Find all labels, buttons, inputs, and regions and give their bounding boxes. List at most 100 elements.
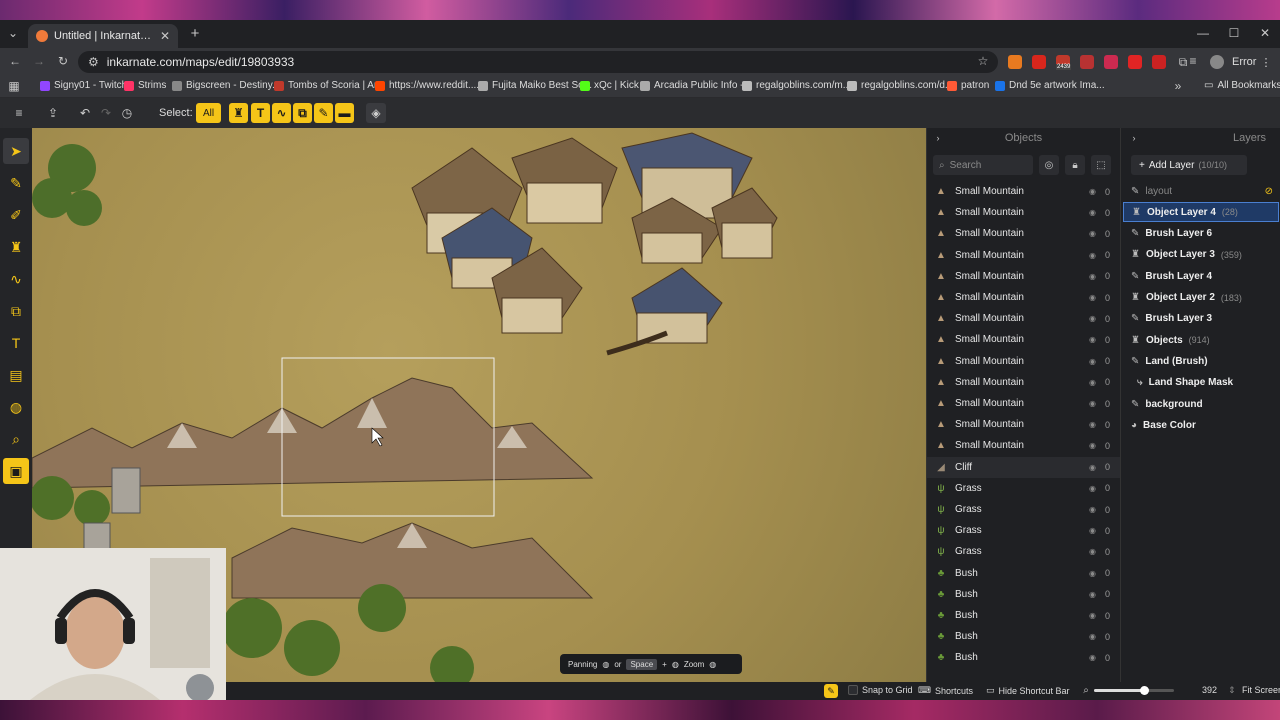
path-tool-icon[interactable]: ∿ [3,266,29,292]
extension-icon[interactable] [1008,55,1022,69]
select-label-box-icon[interactable]: ▬ [335,103,354,123]
layer-item[interactable]: ✎ background [1123,394,1279,414]
bookmark-item[interactable]: Tombs of Scoria | Ar... [274,80,385,91]
object-list-item[interactable]: ▲ Small Mountain ◉ 0 [927,435,1121,456]
shape-tool-icon[interactable]: ⧉ [3,298,29,324]
snap-to-grid-toggle[interactable]: Snap to Grid [848,685,913,695]
layer-item[interactable]: ⤷ Land Shape Mask [1123,373,1279,393]
visibility-eye-icon[interactable]: ◉ [1089,420,1099,429]
visibility-eye-icon[interactable]: ◉ [1089,611,1099,620]
visibility-eye-icon[interactable]: ◉ [1089,653,1099,662]
new-tab-plus-icon[interactable]: + [188,25,202,42]
object-list-item[interactable]: ψ Grass ◉ 0 [927,478,1121,499]
select-all-button[interactable]: All [196,103,221,123]
bookmark-item[interactable]: regalgoblins.com/m... [742,80,851,91]
bookmark-item[interactable]: regalgoblins.com/d... [847,80,953,91]
bookmark-item[interactable]: xQc | Kick [580,80,639,91]
object-list-item[interactable]: ψ Grass ◉ 0 [927,541,1121,562]
object-list-item[interactable]: ▲ Small Mountain ◉ 0 [927,287,1121,308]
zoom-slider[interactable] [1094,686,1174,695]
back-arrow-icon[interactable]: ← [8,54,22,68]
history-icon[interactable]: ◷ [118,104,136,122]
layer-item[interactable]: ✎ Brush Layer 6 [1123,224,1279,244]
forward-arrow-icon[interactable]: → [32,54,46,68]
object-list-item[interactable]: ◢ Cliff ◉ 0 [927,456,1121,478]
objects-search-input[interactable]: ⌕ Search [933,155,1033,175]
export-upload-icon[interactable]: ⇪ [44,104,62,122]
object-list-item[interactable]: ▲ Small Mountain ◉ 0 [927,202,1121,223]
visibility-eye-icon[interactable]: ◉ [1089,187,1099,196]
layer-item[interactable]: ✎ Brush Layer 4 [1123,266,1279,286]
object-list-item[interactable]: ψ Grass ◉ 0 [927,499,1121,520]
object-list-item[interactable]: ▲ Small Mountain ◉ 0 [927,393,1121,414]
visibility-eye-icon[interactable]: ◉ [1089,314,1099,323]
visibility-eye-icon[interactable]: ◉ [1089,293,1099,302]
visibility-eye-icon[interactable]: ◉ [1089,335,1099,344]
bookmark-item[interactable]: Strims [124,80,166,91]
select-paths-icon[interactable]: ∿ [272,103,291,123]
main-menu-hamburger-icon[interactable]: ≡ [10,104,28,122]
extension-icon[interactable] [1152,55,1166,69]
zoom-stepper-icon[interactable]: ⇕ [1228,685,1236,696]
visibility-eye-icon[interactable]: ◉ [1089,441,1099,450]
extension-badge-icon[interactable] [1080,55,1094,69]
visibility-eye-icon[interactable]: ◉ [1089,632,1099,641]
object-list-item[interactable]: ▲ Small Mountain ◉ 0 [927,414,1121,435]
paint-tool-icon[interactable]: ✐ [3,202,29,228]
object-list-item[interactable]: ▲ Small Mountain ◉ 0 [927,245,1121,266]
extension-icon[interactable] [1128,55,1142,69]
select-objects-icon[interactable]: ♜ [229,103,248,123]
visibility-eye-icon[interactable]: ◉ [1089,272,1099,281]
hide-shortcut-bar-button[interactable]: ▭ Hide Shortcut Bar [986,685,1070,696]
object-list-item[interactable]: ▲ Small Mountain ◉ 0 [927,372,1121,393]
select-text-icon[interactable]: T [251,103,270,123]
object-list-item[interactable]: ♣ Bush ◉ 0 [927,647,1121,668]
visibility-eye-icon[interactable]: ◉ [1089,526,1099,535]
hide-all-eye-icon[interactable]: ◎ [1039,155,1059,175]
bookmark-item[interactable]: Fujita Maiko Best So... [478,80,592,91]
bookmark-item[interactable]: https://www.reddit.... [375,80,479,91]
layer-item[interactable]: ✎ Land (Brush) [1123,351,1279,371]
zoom-tool-icon[interactable]: ⌕ [3,426,29,452]
layer-item[interactable]: ♜ Object Layer 2 (183) [1123,288,1279,308]
select-box-icon[interactable]: ⬚ [1091,155,1111,175]
bookmarks-overflow-chevron-icon[interactable]: » [1172,79,1184,93]
visibility-eye-icon[interactable]: ◉ [1089,463,1099,472]
visibility-eye-icon[interactable]: ◉ [1089,484,1099,493]
brush-tool-icon[interactable]: ✎ [3,170,29,196]
visibility-eye-icon[interactable]: ◉ [1089,505,1099,514]
visibility-eye-icon[interactable]: ◉ [1089,378,1099,387]
zoom-value[interactable]: 392 [1202,685,1217,695]
profile-avatar[interactable] [1210,55,1224,69]
tab-close-icon[interactable]: ✕ [160,29,170,43]
select-brush-icon[interactable]: ✎ [314,103,333,123]
url-omnibox[interactable]: ⚙ inkarnate.com/maps/edit/19803933 [78,51,998,73]
window-close-icon[interactable]: ✕ [1258,26,1272,40]
zoom-slider-thumb[interactable] [1139,686,1149,695]
object-list-item[interactable]: ψ Grass ◉ 0 [927,520,1121,541]
bookmark-item[interactable]: Bigscreen - Destiny... [172,80,280,91]
object-list-item[interactable]: ♣ Bush ◉ 0 [927,584,1121,605]
save-tool-icon[interactable]: ▣ [3,458,29,484]
layer-item[interactable]: ♜ Objects (914) [1123,330,1279,350]
lock-icon[interactable]: 🔒︎ [1065,155,1085,175]
bookmark-item[interactable]: Arcadia Public Info -... [640,80,752,91]
bookmark-item[interactable]: Signy01 - Twitch [40,80,127,91]
bookmark-item[interactable]: Dnd 5e artwork Ima... [995,80,1105,91]
profile-error-button[interactable]: Error ⋮ [1232,52,1271,72]
site-info-icon[interactable]: ⚙ [88,55,99,69]
visibility-eye-icon[interactable]: ◉ [1089,590,1099,599]
maximize-icon[interactable]: ☐ [1227,26,1241,40]
extension-icon[interactable] [1104,55,1118,69]
visibility-eye-icon[interactable]: ◉ [1089,569,1099,578]
notes-tool-icon[interactable]: ▤ [3,362,29,388]
minimize-icon[interactable]: — [1196,26,1210,40]
bookmark-star-icon[interactable]: ☆ [976,54,990,68]
visibility-eye-icon[interactable]: ◉ [1089,547,1099,556]
globe-tool-icon[interactable]: ◍ [3,394,29,420]
redo-icon[interactable]: ↷ [97,104,115,122]
add-layer-button[interactable]: + Add Layer (10/10) [1131,155,1247,175]
all-bookmarks-button[interactable]: ▭ All Bookmarks [1204,80,1280,91]
visibility-eye-icon[interactable]: ◉ [1089,229,1099,238]
hidden-layer-icon[interactable]: ⊘ [1265,186,1273,197]
